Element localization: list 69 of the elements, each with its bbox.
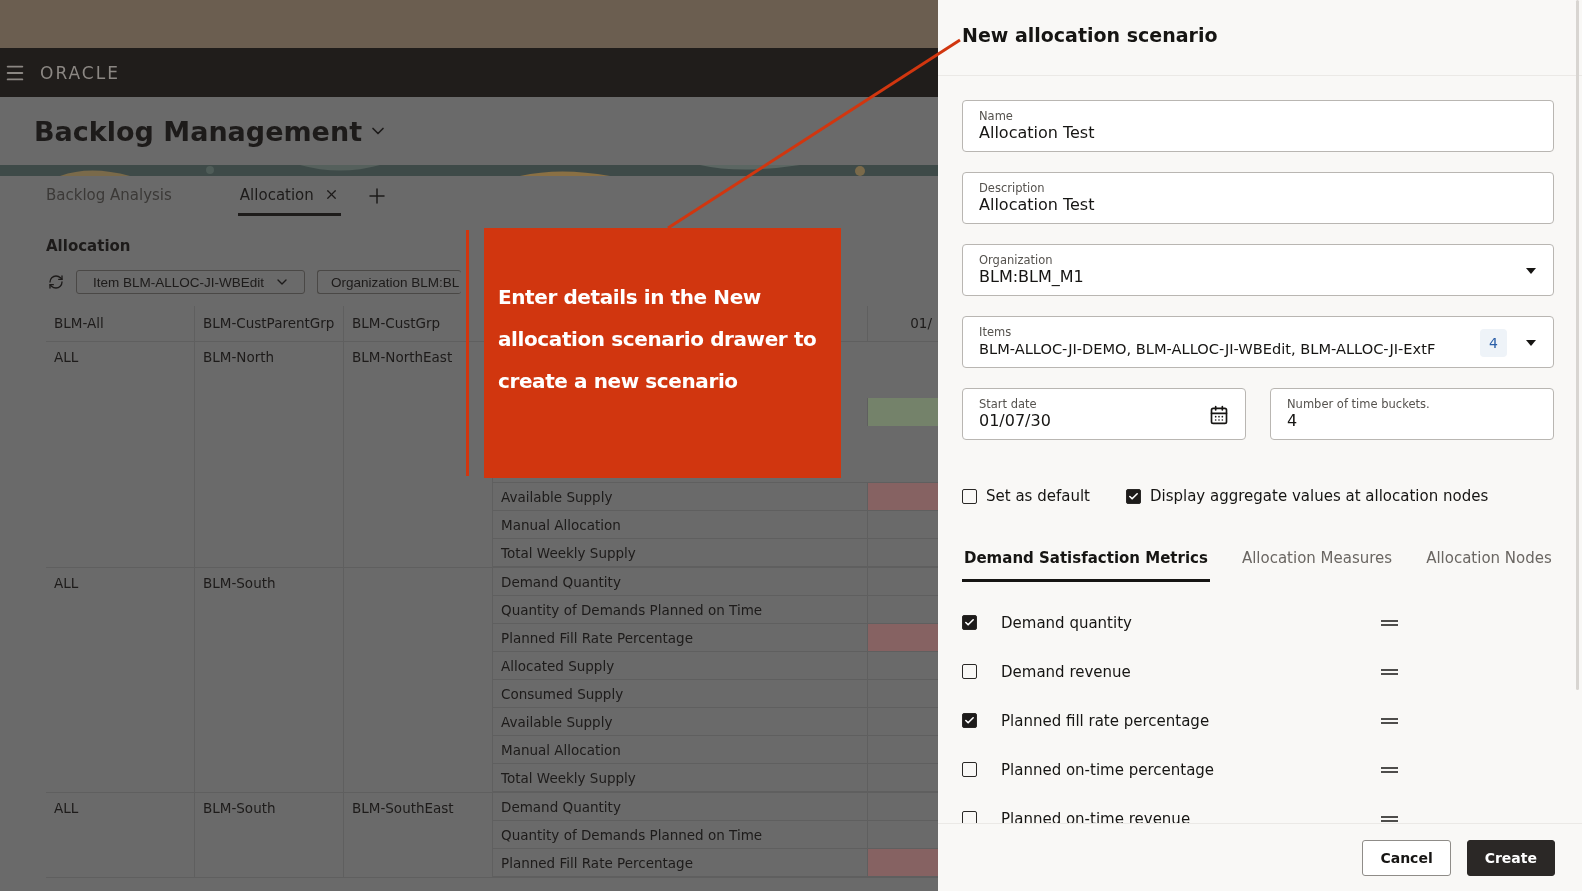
metric-label: Planned on-time revenue — [1001, 809, 1192, 823]
measure-label: Planned Fill Rate Percentage — [501, 629, 693, 646]
select-field[interactable]: Organization BLM:BLM_M1 — [962, 244, 1554, 296]
metric-label: Planned on-time percentage — [1001, 760, 1216, 779]
select-field[interactable]: Items BLM-ALLOC-JI-DEMO, BLM-ALLOC-JI-WBEdit, BLM-ALLOC-JI-ExtF 4 — [962, 316, 1554, 368]
checkbox-label: Set as default — [986, 487, 1090, 505]
input-field[interactable]: Number of time buckets. 4 — [1270, 388, 1554, 440]
metric-label: Planned fill rate percentage — [1001, 711, 1211, 730]
caret-icon — [1525, 266, 1537, 275]
column-header: BLM-CustParentGrp — [195, 306, 344, 341]
checkbox[interactable] — [962, 762, 977, 777]
drawer-title: New allocation scenario — [962, 24, 1219, 46]
metric-label: Demand revenue — [1001, 662, 1132, 681]
date-field[interactable]: Start date 01/07/30 — [962, 388, 1246, 440]
checkbox[interactable] — [962, 615, 977, 630]
column-header: BLM-All — [46, 306, 195, 341]
check-icon — [964, 617, 975, 628]
checkbox[interactable] — [1125, 488, 1141, 504]
measure-label: Demand Quantity — [501, 798, 621, 815]
measure-label: Consumed Supply — [501, 685, 624, 702]
drag-handle-icon[interactable] — [1381, 815, 1398, 822]
table-cell: ALL — [54, 575, 79, 591]
table-cell: ALL — [54, 800, 79, 816]
logo: ORACLE — [40, 62, 120, 83]
table-cell: BLM-SouthEast — [352, 800, 454, 816]
drag-handle-icon[interactable] — [1381, 717, 1398, 724]
check-icon — [1127, 490, 1139, 502]
checkbox[interactable] — [962, 811, 977, 823]
refresh-icon[interactable] — [48, 274, 64, 290]
checkbox[interactable] — [962, 664, 977, 679]
section-title: Allocation — [46, 237, 132, 255]
tab[interactable]: Allocation Nodes — [1424, 541, 1554, 582]
drag-handle-icon[interactable] — [1381, 668, 1398, 675]
input-field[interactable]: Description Allocation Test — [962, 172, 1554, 224]
measure-label: Allocated Supply — [501, 657, 615, 674]
cancel-button[interactable]: Cancel — [1362, 839, 1451, 876]
measure-label: Available Supply — [501, 488, 613, 505]
calendar-icon[interactable] — [1209, 404, 1229, 425]
callout-text: Enter details in the New allocation scenario drawer to create a new scenario — [498, 284, 818, 395]
measure-label: Manual Allocation — [501, 516, 621, 533]
table-cell: BLM-South — [203, 800, 276, 816]
measure-label: Total Weekly Supply — [501, 769, 636, 786]
page-title: Backlog Management — [34, 115, 363, 147]
check-icon — [964, 715, 975, 726]
measure-label: Demand Quantity — [501, 573, 621, 590]
measure-label: Total Weekly Supply — [501, 544, 636, 561]
metric-label: Demand quantity — [1001, 613, 1133, 632]
create-button[interactable]: Create — [1466, 839, 1555, 876]
tab[interactable]: Demand Satisfaction Metrics — [962, 541, 1210, 582]
checkbox[interactable] — [962, 713, 977, 728]
measure-label: Planned Fill Rate Percentage — [501, 854, 693, 871]
column-header: 01/ — [910, 315, 932, 331]
measure-label: Available Supply — [501, 713, 613, 730]
input-field[interactable]: Name Allocation Test — [962, 100, 1554, 152]
checkbox[interactable] — [962, 488, 977, 504]
caret-icon — [1525, 338, 1537, 347]
tab[interactable]: Allocation Measures — [1239, 541, 1395, 582]
table-cell: BLM-North — [203, 349, 275, 365]
measure-label: Manual Allocation — [501, 741, 621, 758]
measure-label: Quantity of Demands Planned on Time — [501, 826, 763, 843]
table-cell: BLM-South — [203, 575, 276, 591]
drag-handle-icon[interactable] — [1381, 619, 1398, 626]
checkbox-label: Display aggregate values at allocation nodes — [1149, 487, 1489, 505]
drag-handle-icon[interactable] — [1381, 766, 1398, 773]
count-badge: 4 — [1480, 328, 1507, 357]
measure-label: Quantity of Demands Planned on Time — [501, 601, 763, 618]
table-cell: BLM-NorthEast — [352, 349, 453, 365]
table-cell: ALL — [54, 349, 79, 365]
scrollbar[interactable] — [1576, 0, 1579, 690]
